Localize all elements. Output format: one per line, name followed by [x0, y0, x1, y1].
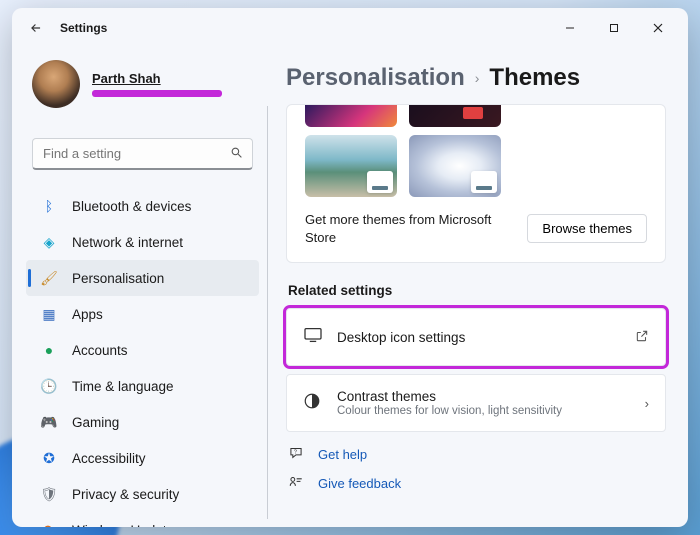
sidebar-item-accounts[interactable]: ● Accounts — [26, 332, 259, 368]
gaming-icon: 🎮 — [40, 413, 58, 431]
store-prompt: Get more themes from Microsoft Store — [305, 211, 515, 246]
sidebar-item-accessibility[interactable]: ✪ Accessibility — [26, 440, 259, 476]
profile-name: Parth Shah — [92, 71, 222, 86]
clock-globe-icon: 🕒 — [40, 377, 58, 395]
give-feedback-link[interactable]: Give feedback — [318, 476, 401, 491]
give-feedback-row[interactable]: Give feedback — [286, 469, 666, 498]
sidebar-item-privacy-security[interactable]: 🛡 Privacy & security — [26, 476, 259, 512]
paintbrush-icon: 🖌 — [40, 269, 58, 287]
chevron-right-icon: › — [645, 396, 649, 411]
search-box — [32, 138, 253, 170]
settings-window: Settings Parth Shah — [12, 8, 688, 527]
close-button[interactable] — [636, 12, 680, 44]
sidebar-item-label: Apps — [72, 307, 103, 322]
help-icon: ? — [288, 446, 306, 463]
svg-text:?: ? — [294, 450, 297, 456]
sidebar-item-apps[interactable]: ▦ Apps — [26, 296, 259, 332]
sidebar-item-personalisation[interactable]: 🖌 Personalisation — [26, 260, 259, 296]
shield-icon: 🛡 — [40, 485, 58, 503]
feedback-icon — [288, 475, 306, 492]
related-settings-heading: Related settings — [288, 283, 666, 298]
apps-icon: ▦ — [40, 305, 58, 323]
sidebar-item-label: Gaming — [72, 415, 119, 430]
sidebar-item-label: Personalisation — [72, 271, 164, 286]
sidebar-item-label: Accessibility — [72, 451, 146, 466]
person-icon: ● — [40, 341, 58, 359]
row-title: Contrast themes — [337, 389, 645, 404]
theme-tile[interactable] — [409, 105, 501, 127]
avatar — [32, 60, 80, 108]
wifi-icon: ◈ — [40, 233, 58, 251]
search-input[interactable] — [32, 138, 253, 170]
sidebar-item-gaming[interactable]: 🎮 Gaming — [26, 404, 259, 440]
browse-themes-button[interactable]: Browse themes — [527, 214, 647, 243]
sidebar-item-label: Windows Update — [72, 523, 174, 528]
sidebar-item-label: Time & language — [72, 379, 174, 394]
profile-email-redacted — [92, 90, 222, 97]
row-title: Desktop icon settings — [337, 330, 635, 345]
sidebar-item-network-internet[interactable]: ◈ Network & internet — [26, 224, 259, 260]
chevron-right-icon: › — [475, 70, 480, 86]
titlebar: Settings — [12, 8, 688, 48]
get-help-row[interactable]: ? Get help — [286, 440, 666, 469]
breadcrumb-parent[interactable]: Personalisation — [286, 64, 465, 92]
contrast-icon — [303, 392, 327, 415]
sidebar-item-label: Bluetooth & devices — [72, 199, 191, 214]
nav-list: ᛒ Bluetooth & devices ◈ Network & internet 🖌… — [26, 188, 259, 527]
sidebar-item-label: Network & internet — [72, 235, 183, 250]
back-button[interactable] — [20, 12, 52, 44]
theme-tile[interactable] — [305, 105, 397, 127]
sidebar-item-label: Privacy & security — [72, 487, 179, 502]
update-icon: ⟳ — [40, 521, 58, 527]
contrast-themes-row[interactable]: Contrast themes Colour themes for low vi… — [286, 374, 666, 432]
themes-card: Get more themes from Microsoft Store Bro… — [286, 104, 666, 263]
breadcrumb: Personalisation › Themes — [286, 64, 666, 92]
breadcrumb-current: Themes — [489, 64, 580, 92]
open-external-icon — [635, 329, 649, 346]
window-title: Settings — [60, 21, 107, 35]
sidebar-item-time-language[interactable]: 🕒 Time & language — [26, 368, 259, 404]
sidebar: Parth Shah ᛒ Bluetooth & devices ◈ Network … — [12, 48, 267, 527]
bluetooth-icon: ᛒ — [40, 197, 58, 215]
sidebar-item-label: Accounts — [72, 343, 128, 358]
desktop-icon-settings-row[interactable]: Desktop icon settings — [286, 308, 666, 366]
theme-tile[interactable] — [409, 135, 501, 197]
maximize-button[interactable] — [592, 12, 636, 44]
profile-block[interactable]: Parth Shah — [26, 54, 259, 120]
sidebar-item-bluetooth-devices[interactable]: ᛒ Bluetooth & devices — [26, 188, 259, 224]
monitor-icon — [303, 327, 327, 348]
minimize-button[interactable] — [548, 12, 592, 44]
main-pane: Personalisation › Themes Get more th — [268, 48, 688, 527]
sidebar-item-windows-update[interactable]: ⟳ Windows Update — [26, 512, 259, 527]
theme-tile[interactable] — [305, 135, 397, 197]
search-icon — [230, 146, 243, 162]
accessibility-icon: ✪ — [40, 449, 58, 467]
get-help-link[interactable]: Get help — [318, 447, 367, 462]
row-subtitle: Colour themes for low vision, light sens… — [337, 405, 645, 417]
